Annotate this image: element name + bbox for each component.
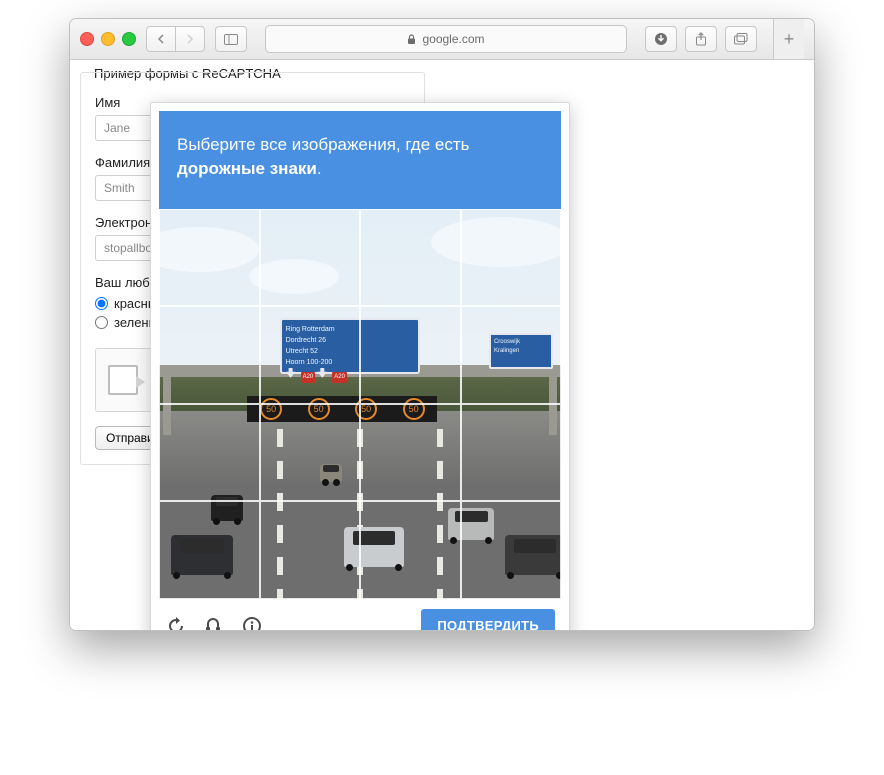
- captcha-instruction-prefix: Выберите все изображения, где есть: [177, 135, 470, 154]
- captcha-tile[interactable]: [260, 306, 361, 404]
- zoom-window-button[interactable]: [122, 32, 136, 46]
- close-window-button[interactable]: [80, 32, 94, 46]
- new-tab-button[interactable]: +: [773, 19, 804, 59]
- captcha-tile[interactable]: [360, 209, 461, 307]
- nav-group: [146, 26, 205, 52]
- captcha-instruction: Выберите все изображения, где есть дорож…: [159, 111, 561, 209]
- forward-button[interactable]: [176, 26, 205, 52]
- captcha-grid: [159, 209, 561, 599]
- captcha-target: дорожные знаки: [177, 159, 317, 178]
- captcha-tile[interactable]: [461, 306, 562, 404]
- page-content: Пример формы с ReCAPTCHA Имя Фамилия Эле…: [70, 60, 814, 630]
- recaptcha-checkbox-icon: [108, 365, 138, 395]
- captcha-tile[interactable]: [260, 404, 361, 502]
- captcha-image: Ring Rotterdam Dordrecht 26 Utrecht 52 H…: [159, 209, 561, 599]
- captcha-tile[interactable]: [360, 404, 461, 502]
- tabs-button[interactable]: [725, 26, 757, 52]
- audio-icon[interactable]: [203, 615, 225, 631]
- captcha-tile[interactable]: [260, 501, 361, 599]
- share-button[interactable]: [685, 26, 717, 52]
- confirm-button[interactable]: ПОДТВЕРДИТЬ: [421, 609, 555, 631]
- captcha-tile[interactable]: [159, 209, 260, 307]
- captcha-tile[interactable]: [360, 306, 461, 404]
- window-controls: [80, 32, 136, 46]
- color-green-radio[interactable]: [95, 316, 108, 329]
- info-icon[interactable]: [241, 615, 263, 631]
- captcha-footer: ПОДТВЕРДИТЬ: [159, 599, 561, 631]
- titlebar: google.com +: [70, 19, 814, 60]
- captcha-tile[interactable]: [360, 501, 461, 599]
- reload-icon[interactable]: [165, 615, 187, 631]
- minimize-window-button[interactable]: [101, 32, 115, 46]
- captcha-tile[interactable]: [461, 209, 562, 307]
- captcha-tile[interactable]: [260, 209, 361, 307]
- toolbar-right: [645, 26, 757, 52]
- captcha-tile[interactable]: [159, 306, 260, 404]
- color-red-radio[interactable]: [95, 297, 108, 310]
- address-domain: google.com: [422, 32, 484, 46]
- downloads-button[interactable]: [645, 26, 677, 52]
- back-button[interactable]: [146, 26, 176, 52]
- captcha-tile[interactable]: [461, 501, 562, 599]
- address-bar[interactable]: google.com: [265, 25, 627, 53]
- recaptcha-challenge: Выберите все изображения, где есть дорож…: [150, 102, 570, 631]
- safari-window: google.com + Пример формы с ReCAPTCHA Им…: [69, 18, 815, 631]
- captcha-tile[interactable]: [159, 404, 260, 502]
- captcha-instruction-suffix: .: [317, 159, 322, 178]
- lock-icon: [407, 34, 416, 45]
- sidebar-button[interactable]: [215, 26, 247, 52]
- captcha-tile[interactable]: [159, 501, 260, 599]
- captcha-tile[interactable]: [461, 404, 562, 502]
